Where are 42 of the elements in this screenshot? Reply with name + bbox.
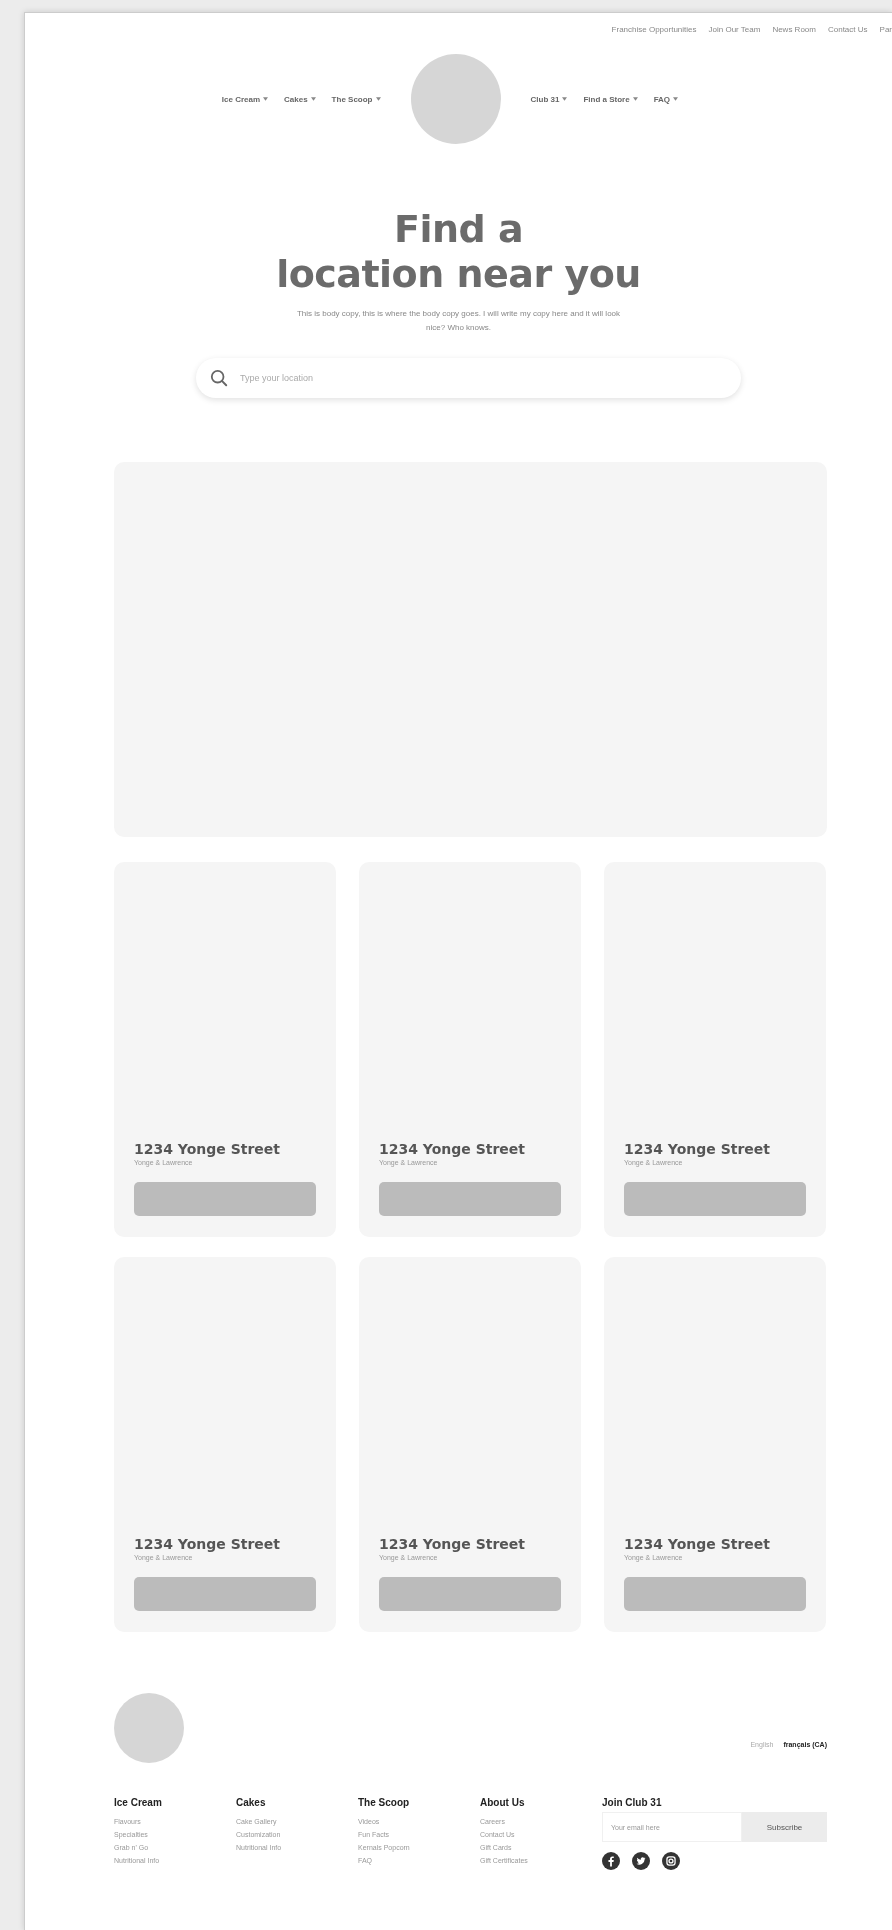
store-button[interactable] xyxy=(379,1577,561,1611)
footer-heading: The Scoop xyxy=(358,1797,411,1808)
footer-heading: Ice Cream xyxy=(114,1797,163,1808)
top-link[interactable]: Franchise Opportunities xyxy=(611,25,697,37)
store-button[interactable] xyxy=(134,1577,316,1611)
store-name: 1234 Yonge Street xyxy=(134,1536,282,1552)
nav-link[interactable]: Ice Cream xyxy=(221,94,269,104)
footer-heading: Cakes xyxy=(236,1797,267,1808)
store-button[interactable] xyxy=(134,1182,316,1216)
twitter-icon[interactable] xyxy=(632,1852,650,1870)
store-button[interactable] xyxy=(624,1577,806,1611)
store-name: 1234 Yonge Street xyxy=(379,1536,527,1552)
store-name: 1234 Yonge Street xyxy=(134,1141,282,1157)
store-name: 1234 Yonge Street xyxy=(379,1141,527,1157)
footer-heading: About Us xyxy=(480,1797,526,1808)
search-field[interactable]: Type your location xyxy=(238,362,741,394)
store-name: 1234 Yonge Street xyxy=(624,1141,772,1157)
nav-link[interactable]: Cakes xyxy=(284,94,316,104)
caret-icon xyxy=(632,97,638,101)
caret-icon xyxy=(310,97,316,101)
top-link[interactable]: Join Our Team xyxy=(708,25,761,37)
nav-link[interactable]: The Scoop xyxy=(331,94,381,104)
page-title: Find a location near you xyxy=(275,207,642,297)
instagram-icon[interactable] xyxy=(662,1852,680,1870)
intro-text: This is body copy, this is where the body copy goes. I will write my copy here and it will look nice? Who knows. xyxy=(295,308,622,334)
store-button[interactable] xyxy=(624,1182,806,1216)
facebook-icon[interactable] xyxy=(602,1852,620,1870)
top-link[interactable]: Contact Us xyxy=(827,25,868,37)
nav-link[interactable]: FAQ xyxy=(653,94,679,104)
top-link[interactable]: Par xyxy=(879,25,892,37)
caret-icon xyxy=(375,97,381,101)
nav-link[interactable]: Find a Store xyxy=(583,94,638,104)
caret-icon xyxy=(263,97,269,101)
top-link[interactable]: News Room xyxy=(772,25,816,37)
search-icon xyxy=(210,369,228,387)
footer-heading: Join Club 31 xyxy=(602,1797,663,1808)
nav-link[interactable]: Club 31 xyxy=(530,94,568,104)
caret-icon xyxy=(562,97,568,101)
caret-icon xyxy=(673,97,679,101)
store-button[interactable] xyxy=(379,1182,561,1216)
subscribe-button[interactable]: Subscribe xyxy=(742,1812,827,1842)
store-name: 1234 Yonge Street xyxy=(624,1536,772,1552)
